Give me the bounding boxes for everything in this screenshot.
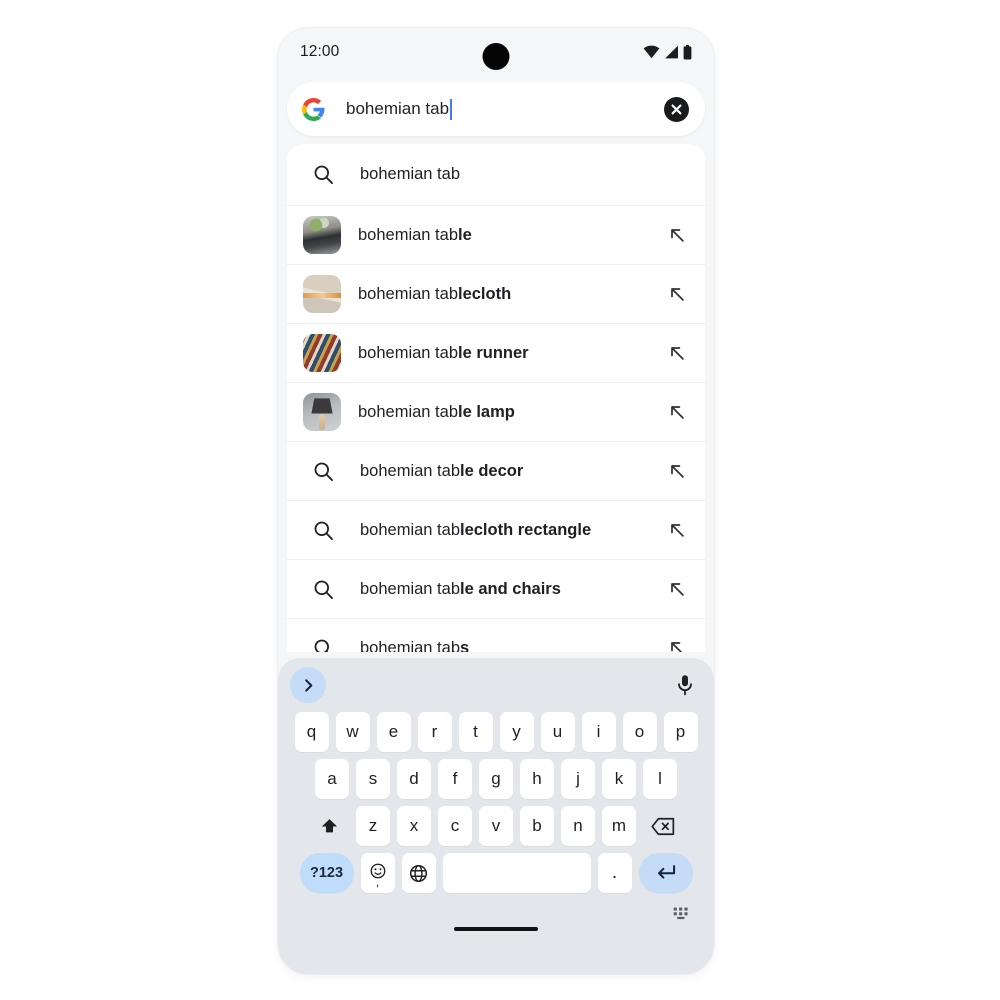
microphone-icon[interactable]	[676, 674, 694, 696]
key-g[interactable]: g	[479, 759, 513, 799]
battery-icon	[683, 44, 692, 60]
shift-icon[interactable]	[309, 806, 349, 846]
fill-query-arrow-icon[interactable]	[667, 461, 687, 481]
key-i[interactable]: i	[581, 712, 616, 752]
key-d[interactable]: d	[397, 759, 431, 799]
keyboard-switch-icon[interactable]	[673, 907, 692, 925]
list-item[interactable]: bohemian table and chairs	[287, 559, 705, 618]
fill-query-arrow-icon[interactable]	[667, 402, 687, 422]
suggestion-thumbnail	[303, 334, 341, 372]
key-o[interactable]: o	[622, 712, 657, 752]
key-e[interactable]: e	[376, 712, 411, 752]
numbers-symbols-key[interactable]: ?123	[299, 853, 354, 893]
suggestion-text: bohemian table and chairs	[360, 579, 561, 598]
search-bar[interactable]: bohemian tab	[287, 82, 705, 136]
period-key[interactable]: .	[597, 853, 632, 893]
status-bar: 12:00	[278, 28, 714, 76]
suggestion-text: bohemian tabs	[360, 638, 470, 653]
search-icon	[303, 638, 343, 652]
globe-icon[interactable]	[401, 853, 436, 893]
search-icon	[303, 579, 343, 600]
key-f[interactable]: f	[438, 759, 472, 799]
suggestion-text: bohemian table lamp	[358, 402, 515, 421]
suggestion-text: bohemian table	[358, 225, 472, 244]
phone-frame: 12:00 bohemian tab bohemian tab bohemian…	[278, 28, 714, 974]
status-time: 12:00	[300, 43, 340, 60]
signal-icon	[664, 45, 679, 59]
search-icon	[303, 164, 343, 185]
list-item[interactable]: bohemian tab	[287, 144, 705, 205]
suggestion-text: bohemian table decor	[360, 461, 524, 480]
chevron-right-icon[interactable]	[290, 667, 326, 703]
list-item[interactable]: bohemian table runner	[287, 323, 705, 382]
enter-icon[interactable]	[638, 853, 693, 893]
list-item[interactable]: bohemian table lamp	[287, 382, 705, 441]
gesture-navigation-bar[interactable]	[454, 927, 538, 931]
list-item[interactable]: bohemian tabs	[287, 618, 705, 652]
key-q[interactable]: q	[294, 712, 329, 752]
keyboard-toolbar	[278, 658, 714, 712]
comma-label: ,	[375, 875, 380, 889]
key-u[interactable]: u	[540, 712, 575, 752]
key-x[interactable]: x	[397, 806, 431, 846]
key-h[interactable]: h	[520, 759, 554, 799]
key-s[interactable]: s	[356, 759, 390, 799]
key-y[interactable]: y	[499, 712, 534, 752]
suggestion-thumbnail	[303, 275, 341, 313]
suggestion-thumbnail	[303, 393, 341, 431]
clear-icon[interactable]	[664, 96, 689, 122]
keyboard-row-1: q w e r t y u i o p	[278, 712, 714, 752]
keyboard-bottom-bar	[278, 893, 714, 945]
key-t[interactable]: t	[458, 712, 493, 752]
key-z[interactable]: z	[356, 806, 390, 846]
fill-query-arrow-icon[interactable]	[667, 520, 687, 540]
keyboard-row-3: z x c v b n m	[278, 806, 714, 846]
list-item[interactable]: bohemian tablecloth	[287, 264, 705, 323]
key-b[interactable]: b	[520, 806, 554, 846]
list-item[interactable]: bohemian tablecloth rectangle	[287, 500, 705, 559]
fill-query-arrow-icon[interactable]	[667, 579, 687, 599]
space-key[interactable]	[442, 853, 591, 893]
google-logo	[301, 97, 326, 122]
status-icons	[643, 44, 692, 60]
list-item[interactable]: bohemian table	[287, 205, 705, 264]
key-p[interactable]: p	[663, 712, 698, 752]
virtual-keyboard: q w e r t y u i o p a s d f g h j k l z …	[278, 658, 714, 974]
suggestion-text: bohemian tablecloth rectangle	[360, 520, 592, 539]
text-caret	[450, 98, 453, 120]
key-c[interactable]: c	[438, 806, 472, 846]
key-w[interactable]: w	[335, 712, 370, 752]
key-a[interactable]: a	[315, 759, 349, 799]
suggestion-text: bohemian tablecloth	[358, 284, 512, 303]
keyboard-row-4: ?123 , .	[278, 853, 714, 893]
suggestion-text: bohemian table runner	[358, 343, 529, 362]
key-k[interactable]: k	[602, 759, 636, 799]
search-query-text[interactable]: bohemian tab	[346, 98, 664, 120]
key-l[interactable]: l	[643, 759, 677, 799]
emoji-icon[interactable]: ,	[360, 853, 395, 893]
backspace-icon[interactable]	[643, 806, 683, 846]
search-query-value: bohemian tab	[346, 99, 450, 118]
key-m[interactable]: m	[602, 806, 636, 846]
key-v[interactable]: v	[479, 806, 513, 846]
list-item[interactable]: bohemian table decor	[287, 441, 705, 500]
camera-punch-hole	[482, 43, 510, 70]
suggestion-thumbnail	[303, 216, 341, 254]
fill-query-arrow-icon[interactable]	[667, 343, 687, 363]
fill-query-arrow-icon[interactable]	[667, 225, 687, 245]
wifi-icon	[643, 45, 660, 59]
key-j[interactable]: j	[561, 759, 595, 799]
search-icon	[303, 461, 343, 482]
key-n[interactable]: n	[561, 806, 595, 846]
suggestion-list: bohemian tab bohemian table bohemian tab…	[287, 144, 705, 652]
suggestion-text: bohemian tab	[360, 165, 460, 183]
fill-query-arrow-icon[interactable]	[667, 638, 687, 652]
fill-query-arrow-icon[interactable]	[667, 284, 687, 304]
keyboard-row-2: a s d f g h j k l	[278, 759, 714, 799]
screenshot-stage: 12:00 bohemian tab bohemian tab bohemian…	[0, 0, 1000, 1000]
key-r[interactable]: r	[417, 712, 452, 752]
search-icon	[303, 520, 343, 541]
